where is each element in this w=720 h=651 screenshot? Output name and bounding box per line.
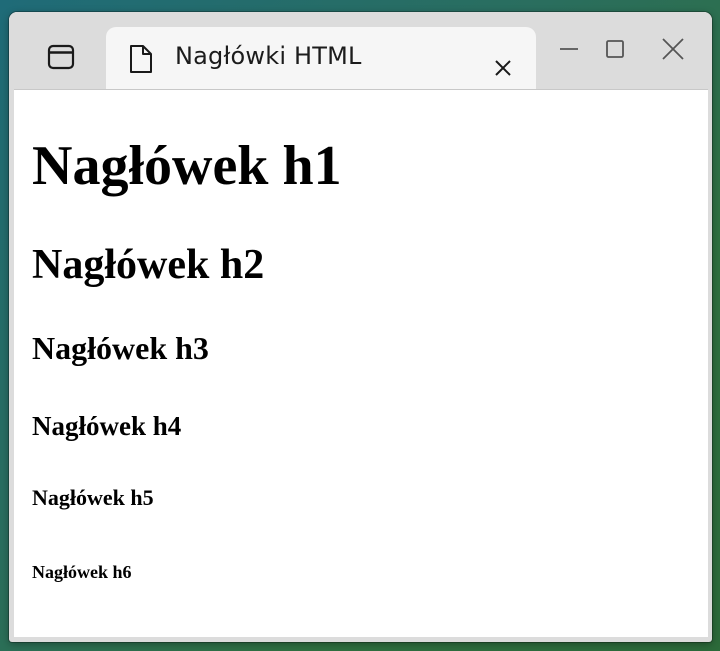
page-content: Nagłówek h1 Nagłówek h2 Nagłówek h3 Nagł… [14,89,708,637]
tab-title: Nagłówki HTML [175,42,362,70]
heading-h3: Nagłówek h3 [32,330,209,366]
heading-h2: Nagłówek h2 [32,242,265,288]
maximize-icon[interactable] [602,36,628,62]
heading-h4: Nagłówek h4 [32,411,182,441]
tab-close-icon[interactable] [492,57,514,79]
minimize-icon[interactable] [556,36,582,62]
heading-h5: Nagłówek h5 [32,485,154,510]
heading-h1: Nagłówek h1 [32,135,342,197]
tab-active[interactable]: Nagłówki HTML [106,27,536,90]
browser-window: Nagłówki HTML Nagłówek h1 Nagłówek h2 Na… [9,12,712,642]
file-icon [128,43,154,75]
close-icon[interactable] [660,36,686,62]
title-bar[interactable]: Nagłówki HTML [9,12,712,90]
heading-h6: Nagłówek h6 [32,562,132,582]
window-icon[interactable] [47,43,75,71]
